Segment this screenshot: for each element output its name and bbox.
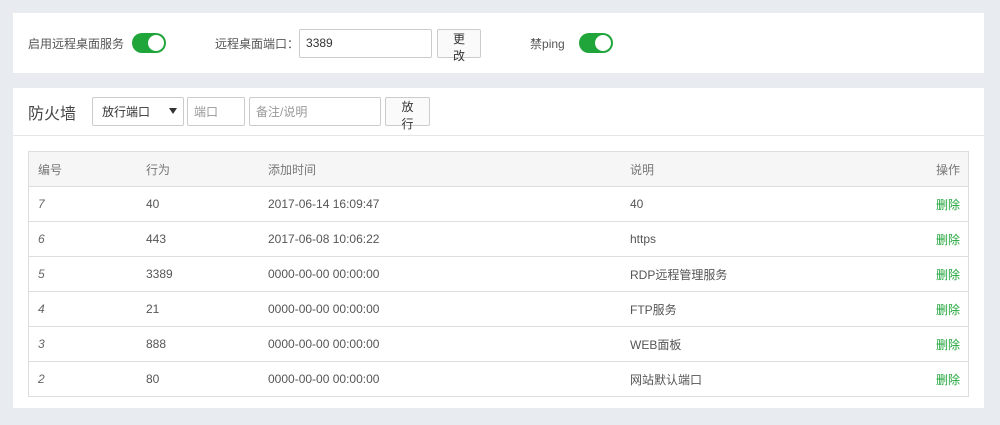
cell-action: 21 bbox=[145, 291, 267, 327]
column-header-id: 编号 bbox=[28, 151, 145, 187]
cell-time: 0000-00-00 00:00:00 bbox=[267, 256, 629, 292]
cell-id: 4 bbox=[28, 291, 145, 327]
firewall-toolbar: 防火墙 放行端口 放行 bbox=[13, 88, 984, 136]
cell-note: 40 bbox=[629, 186, 883, 222]
cell-operation: 删除 bbox=[882, 186, 969, 222]
table-row: 3 888 0000-00-00 00:00:00 WEB面板 删除 bbox=[28, 326, 969, 362]
cell-id: 6 bbox=[28, 221, 145, 257]
table-row: 2 80 0000-00-00 00:00:00 网站默认端口 删除 bbox=[28, 361, 969, 397]
column-header-time: 添加时间 bbox=[267, 151, 629, 187]
ping-label: 禁ping bbox=[530, 36, 565, 51]
cell-id: 5 bbox=[28, 256, 145, 292]
cell-note: FTP服务 bbox=[629, 291, 883, 327]
firewall-table-wrapper: 编号 行为 添加时间 说明 操作 7 40 2017-06-14 16:09:4… bbox=[28, 151, 969, 397]
cell-id: 3 bbox=[28, 326, 145, 362]
cell-operation: 删除 bbox=[882, 361, 969, 397]
delete-link[interactable]: 删除 bbox=[936, 268, 960, 282]
cell-action: 888 bbox=[145, 326, 267, 362]
delete-link[interactable]: 删除 bbox=[936, 338, 960, 352]
table-row: 4 21 0000-00-00 00:00:00 FTP服务 删除 bbox=[28, 291, 969, 327]
cell-action: 443 bbox=[145, 221, 267, 257]
cell-operation: 删除 bbox=[882, 326, 969, 362]
cell-time: 2017-06-08 10:06:22 bbox=[267, 221, 629, 257]
port-label: 远程桌面端口： bbox=[215, 36, 300, 51]
table-row: 5 3389 0000-00-00 00:00:00 RDP远程管理服务 删除 bbox=[28, 256, 969, 292]
firewall-title: 防火墙 bbox=[28, 105, 77, 123]
cell-time: 0000-00-00 00:00:00 bbox=[267, 361, 629, 397]
cell-note: WEB面板 bbox=[629, 326, 883, 362]
cell-operation: 删除 bbox=[882, 291, 969, 327]
cell-note: RDP远程管理服务 bbox=[629, 256, 883, 292]
remote-settings-panel: 启用远程桌面服务 远程桌面端口： 更改 禁ping bbox=[13, 13, 984, 73]
cell-id: 7 bbox=[28, 186, 145, 222]
chevron-down-icon bbox=[169, 108, 178, 114]
column-header-operation: 操作 bbox=[882, 151, 969, 187]
port-input[interactable] bbox=[299, 28, 433, 58]
allow-button[interactable]: 放行 bbox=[385, 97, 431, 131]
port-field[interactable] bbox=[187, 97, 246, 126]
cell-action: 3389 bbox=[145, 256, 267, 292]
delete-link[interactable]: 删除 bbox=[936, 233, 960, 247]
cell-action: 80 bbox=[145, 361, 267, 397]
delete-link[interactable]: 删除 bbox=[936, 198, 960, 212]
cell-time: 2017-06-14 16:09:47 bbox=[267, 186, 629, 222]
delete-link[interactable]: 删除 bbox=[936, 303, 960, 317]
remote-service-toggle[interactable] bbox=[132, 33, 167, 53]
cell-operation: 删除 bbox=[882, 221, 969, 257]
table-row: 6 443 2017-06-08 10:06:22 https 删除 bbox=[28, 221, 969, 257]
cell-operation: 删除 bbox=[882, 256, 969, 292]
delete-link[interactable]: 删除 bbox=[936, 373, 960, 387]
cell-note: https bbox=[629, 221, 883, 257]
action-select[interactable]: 放行端口 bbox=[92, 97, 185, 126]
note-field[interactable] bbox=[249, 97, 382, 126]
remote-service-label: 启用远程桌面服务 bbox=[28, 36, 125, 51]
table-row: 7 40 2017-06-14 16:09:47 40 删除 bbox=[28, 186, 969, 222]
firewall-panel: 防火墙 放行端口 放行 编号 行为 添加时间 说明 操作 7 40 bbox=[13, 88, 984, 408]
cell-id: 2 bbox=[28, 361, 145, 397]
cell-time: 0000-00-00 00:00:00 bbox=[267, 291, 629, 327]
action-select-value: 放行端口 bbox=[102, 105, 151, 119]
table-header-row: 编号 行为 添加时间 说明 操作 bbox=[28, 151, 969, 187]
cell-time: 0000-00-00 00:00:00 bbox=[267, 326, 629, 362]
cell-note: 网站默认端口 bbox=[629, 361, 883, 397]
ping-toggle[interactable] bbox=[578, 33, 613, 53]
cell-action: 40 bbox=[145, 186, 267, 222]
column-header-note: 说明 bbox=[629, 151, 883, 187]
firewall-table: 编号 行为 添加时间 说明 操作 7 40 2017-06-14 16:09:4… bbox=[28, 151, 969, 397]
column-header-action: 行为 bbox=[145, 151, 267, 187]
change-port-button[interactable]: 更改 bbox=[437, 28, 482, 63]
